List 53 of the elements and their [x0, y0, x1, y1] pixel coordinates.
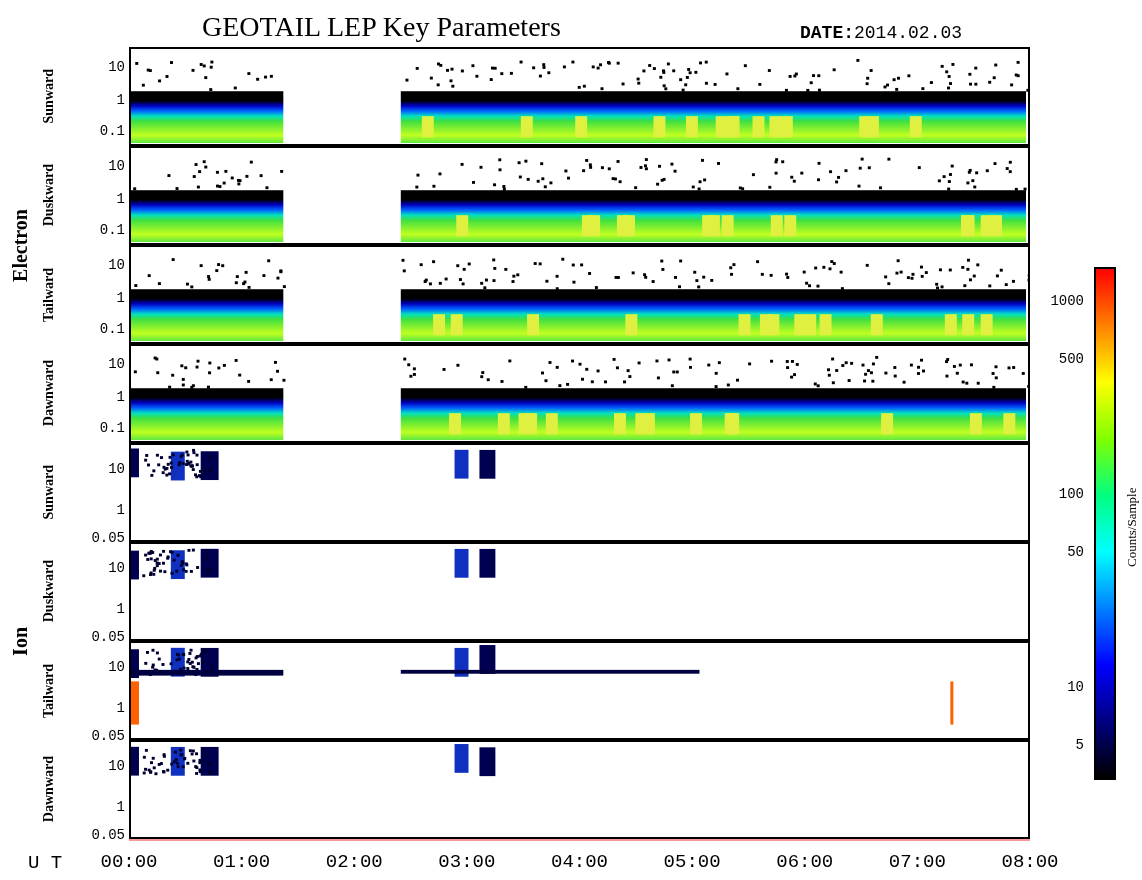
x-tick-label: 04:00 [551, 851, 608, 873]
date-label: DATE:2014.02.03 [800, 22, 963, 45]
x-tick-label: 01:00 [213, 851, 271, 873]
y-tick-label: 1 [116, 601, 125, 618]
y-tick-label: 1 [116, 700, 125, 717]
colorbar-tick-label: 10 [1067, 679, 1084, 696]
y-tick-label: 0.1 [99, 123, 125, 140]
x-tick-label: 06:00 [776, 851, 834, 873]
y-tick-label: 1 [116, 92, 125, 109]
y-tick-label: 10 [108, 460, 125, 477]
y-tick-label: 10 [108, 559, 125, 576]
y-tick-label: 10 [108, 58, 125, 75]
y-tick-label: 1 [116, 191, 125, 208]
y-tick-label: 1 [116, 290, 125, 307]
colorbar-tick-label: 5 [1075, 737, 1084, 754]
x-tick-label: 02:00 [325, 851, 383, 873]
colorbar-tick-label: 500 [1058, 351, 1084, 368]
y-tick-label: 0.05 [91, 728, 125, 745]
panel-label: Dawnward [39, 360, 57, 427]
y-tick-label: 0.05 [91, 629, 125, 646]
y-tick-label: 0.1 [99, 321, 125, 338]
group-label: Electron [8, 208, 32, 282]
x-tick-label: 07:00 [888, 851, 946, 873]
x-tick-label: 05:00 [663, 851, 721, 873]
y-tick-label: 10 [108, 757, 125, 774]
y-tick-label: 10 [108, 157, 125, 174]
panel-label: Dawnward [39, 756, 57, 823]
y-tick-label: 10 [108, 355, 125, 372]
y-tick-label: 0.05 [91, 827, 125, 844]
y-tick-label: 0.1 [99, 420, 125, 437]
plot-title: GEOTAIL LEP Key Parameters [202, 10, 562, 44]
panel-label: Tailward [39, 267, 57, 322]
x-tick-label: 08:00 [1001, 851, 1059, 873]
colorbar-tick-label: 1000 [1050, 293, 1084, 309]
axis-label: U T [27, 851, 64, 876]
colorbar-tick-label: 100 [1058, 486, 1084, 502]
y-tick-label: 1 [116, 799, 125, 816]
y-tick-label: 1 [116, 389, 125, 406]
x-tick-label: 03:00 [438, 851, 496, 873]
y-tick-label: 0.05 [91, 530, 125, 547]
x-tick-label: 00:00 [100, 851, 158, 873]
panel-label: Sunward [39, 465, 57, 520]
y-tick-label: 0.1 [99, 222, 125, 239]
panel-label: Duskward [39, 560, 57, 623]
panel-label: Sunward [39, 69, 57, 124]
group-label: Ion [8, 626, 32, 656]
y-tick-label: 1 [116, 502, 125, 519]
y-tick-label: 10 [108, 256, 125, 273]
panel-label: Duskward [39, 164, 57, 227]
colorbar-label: Counts/Sample [1123, 486, 1140, 569]
y-tick-label: 10 [108, 658, 125, 675]
panel-label: Tailward [39, 663, 57, 718]
colorbar-tick-label: 50 [1067, 544, 1084, 561]
